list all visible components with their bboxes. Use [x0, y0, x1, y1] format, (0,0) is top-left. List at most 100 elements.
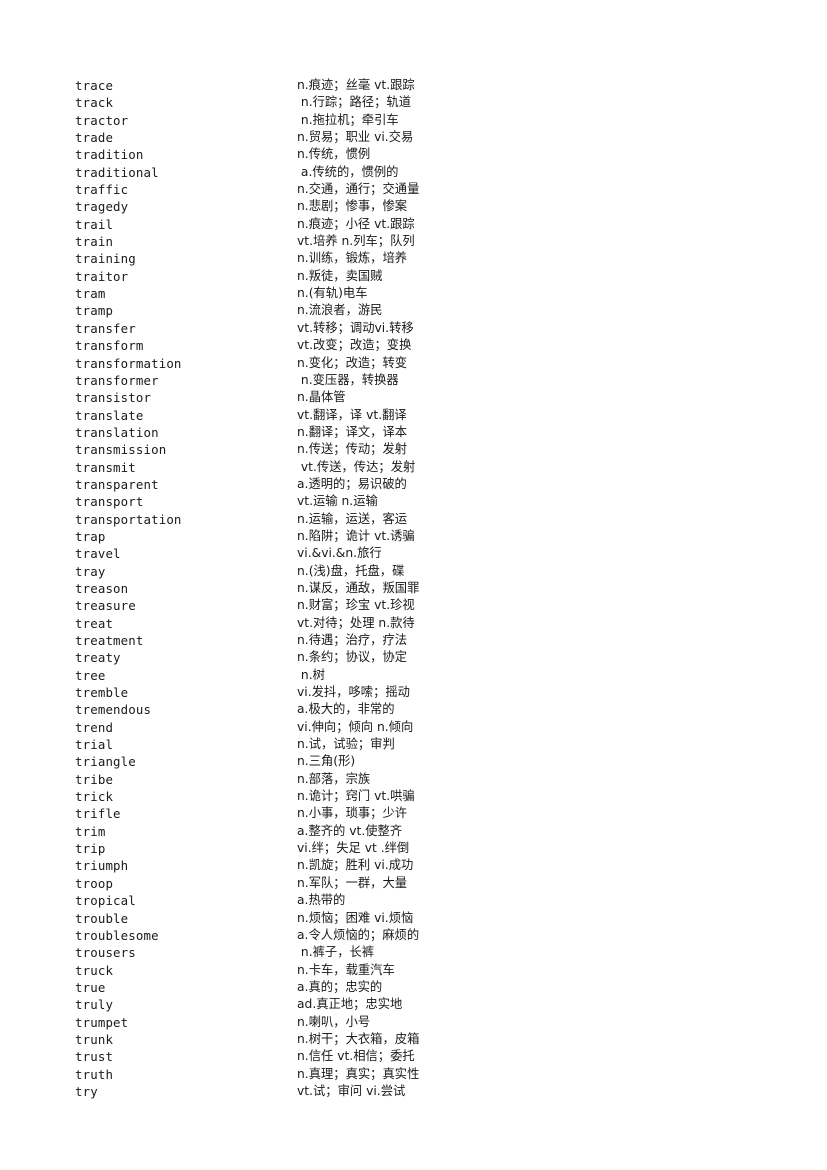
vocabulary-entry: trace n.痕迹；丝毫 vt.跟踪	[75, 77, 827, 94]
entry-definition: n.贸易；职业 vi.交易	[297, 130, 414, 145]
entry-definition: n.变压器，转换器	[297, 372, 399, 387]
vocabulary-entry: trouble n.烦恼；困难 vi.烦恼	[75, 910, 827, 927]
entry-definition: n.真理；真实；真实性	[297, 1066, 420, 1081]
entry-definition: n.拖拉机；牵引车	[297, 112, 399, 127]
entry-term: treasure	[75, 598, 136, 614]
entry-term: try	[75, 1083, 98, 1099]
vocabulary-entry: try vt.试；审问 vi.尝试	[75, 1083, 827, 1100]
vocabulary-page: trace n.痕迹；丝毫 vt.跟踪 track n.行踪；路径；轨道 tracto…	[0, 0, 827, 1170]
entry-term: train	[75, 234, 114, 250]
entry-term: trust	[75, 1049, 114, 1065]
entry-term: travel	[75, 546, 121, 562]
entry-term: trunk	[75, 1031, 114, 1047]
entry-definition: n.试，试验；审判	[297, 737, 395, 752]
entry-term: tremble	[75, 685, 129, 701]
entry-definition: n.晶体管	[297, 390, 346, 405]
vocabulary-entry: traffic n.交通，通行；交通量	[75, 181, 827, 198]
entry-term: treatment	[75, 633, 144, 648]
entry-definition: n.训练，锻炼，培养	[297, 251, 408, 266]
entry-term: traditional	[75, 164, 159, 180]
entry-definition: ad.真正地；忠实地	[297, 997, 403, 1012]
entry-term: trick	[75, 789, 114, 805]
vocabulary-entry: transportation n.运输，运送，客运	[75, 511, 827, 528]
entry-definition: a.传统的，惯例的	[297, 164, 399, 179]
entry-definition: n.传统，惯例	[297, 147, 371, 162]
entry-term: treat	[75, 615, 114, 631]
entry-definition: vi.&vi.&n.旅行	[297, 546, 382, 561]
vocabulary-entry: treaty n.条约；协议，协定	[75, 649, 827, 666]
entry-definition: vt.试；审问 vi.尝试	[297, 1083, 406, 1098]
entry-term: transistor	[75, 390, 152, 406]
vocabulary-entry: trumpet n.喇叭，小号	[75, 1014, 827, 1031]
entry-term: translate	[75, 407, 144, 423]
vocabulary-entry: travel vi.&vi.&n.旅行	[75, 545, 827, 562]
entry-term: trial	[75, 737, 114, 753]
vocabulary-entry: train vt.培养 n.列车；队列	[75, 233, 827, 250]
entry-definition: a.真的；忠实的	[297, 979, 383, 994]
entry-definition: n.运输，运送，客运	[297, 511, 408, 526]
entry-term: tradition	[75, 147, 144, 163]
entry-definition: n.(浅)盘，托盘，碟	[297, 563, 405, 578]
vocabulary-entry: troublesome a.令人烦恼的；麻烦的	[75, 927, 827, 944]
entry-term: truly	[75, 997, 114, 1013]
entry-term: treaty	[75, 650, 121, 666]
entry-definition: n.行踪；路径；轨道	[297, 95, 411, 110]
vocabulary-entry: truck n.卡车，载重汽车	[75, 962, 827, 979]
entry-term: triumph	[75, 858, 129, 874]
entry-term: transportation	[75, 511, 182, 527]
entry-definition: vt.运输 n.运输	[297, 494, 378, 509]
entry-definition: n.传送；传动；发射	[297, 442, 408, 457]
vocabulary-entry: tradition n.传统，惯例	[75, 146, 827, 163]
vocabulary-entry: treasure n.财富；珍宝 vt.珍视	[75, 597, 827, 614]
vocabulary-entry: tram n.(有轨)电车	[75, 285, 827, 302]
vocabulary-entry: tropical a.热带的	[75, 892, 827, 909]
entry-term: treason	[75, 580, 129, 596]
vocabulary-entry: translate vt.翻译，译 vt.翻译	[75, 407, 827, 424]
entry-term: traitor	[75, 268, 129, 284]
vocabulary-entry: troop n.军队；一群，大量	[75, 875, 827, 892]
entry-term: truck	[75, 962, 114, 978]
entry-definition: a.极大的，非常的	[297, 702, 395, 717]
entry-term: transmit	[75, 459, 136, 475]
entry-definition: n.交通，通行；交通量	[297, 182, 420, 197]
entry-term: trumpet	[75, 1014, 129, 1030]
vocabulary-entry: tractor n.拖拉机；牵引车	[75, 112, 827, 129]
entry-term: transformation	[75, 355, 182, 371]
vocabulary-entry: treatment n.待遇；治疗，疗法	[75, 632, 827, 649]
vocabulary-entry: tray n.(浅)盘，托盘，碟	[75, 563, 827, 580]
entry-definition: vt.改变；改造；变换	[297, 338, 412, 353]
entry-definition: vi.绊；失足 vt .绊倒	[297, 841, 410, 856]
entry-definition: a.整齐的 vt.使整齐	[297, 823, 403, 838]
vocabulary-entry: trap n.陷阱；诡计 vt.诱骗	[75, 528, 827, 545]
entry-definition: vt.培养 n.列车；队列	[297, 234, 415, 249]
vocabulary-entry: transparent a.透明的；易识破的	[75, 476, 827, 493]
vocabulary-entry: tree n.树	[75, 667, 827, 684]
vocabulary-entry: tremble vi.发抖，哆嗦；摇动	[75, 684, 827, 701]
entry-definition: n.树干；大衣箱，皮箱	[297, 1031, 420, 1046]
entry-definition: vt.传送，传达；发射	[297, 459, 416, 474]
vocabulary-entry: track n.行踪；路径；轨道	[75, 94, 827, 111]
entry-definition: n.小事，琐事；少许	[297, 806, 408, 821]
vocabulary-entry: trust n.信任 vt.相信；委托	[75, 1048, 827, 1065]
vocabulary-entry: transport vt.运输 n.运输	[75, 493, 827, 510]
entry-term: transfer	[75, 320, 136, 336]
entry-definition: n.部落，宗族	[297, 771, 371, 786]
entry-term: trace	[75, 78, 114, 93]
entry-term: tragedy	[75, 199, 129, 215]
entry-definition: n.诡计；窍门 vt.哄骗	[297, 789, 415, 804]
vocabulary-entry: trend vi.伸向；倾向 n.倾向	[75, 719, 827, 736]
vocabulary-entry: tremendous a.极大的，非常的	[75, 701, 827, 718]
entry-definition: n.待遇；治疗，疗法	[297, 633, 408, 647]
entry-term: truth	[75, 1066, 114, 1082]
entry-term: true	[75, 979, 106, 995]
entry-term: traffic	[75, 182, 129, 198]
vocabulary-entry: transmission n.传送；传动；发射	[75, 441, 827, 458]
entry-term: transmission	[75, 442, 167, 458]
entry-definition: n.军队；一群，大量	[297, 875, 408, 890]
vocabulary-entry: trail n.痕迹；小径 vt.跟踪	[75, 216, 827, 233]
entry-definition: vi.发抖，哆嗦；摇动	[297, 685, 410, 700]
entry-term: troop	[75, 875, 114, 891]
entry-definition: n.信任 vt.相信；委托	[297, 1049, 415, 1064]
entry-definition: n.陷阱；诡计 vt.诱骗	[297, 528, 415, 543]
entry-term: trend	[75, 719, 114, 735]
